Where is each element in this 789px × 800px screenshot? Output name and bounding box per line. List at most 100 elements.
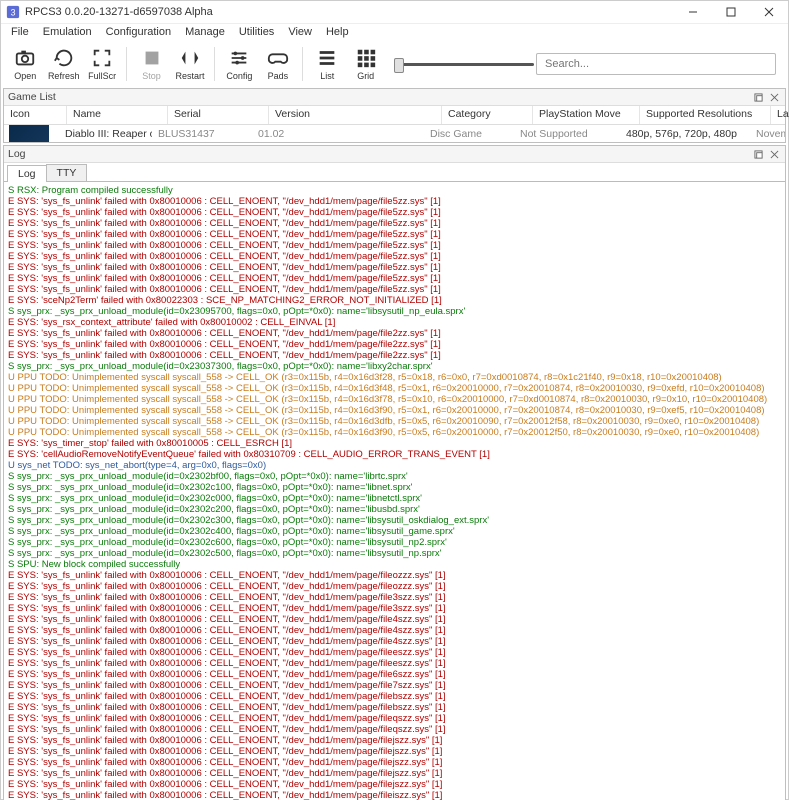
game-serial: BLUS31437: [152, 126, 252, 142]
menu-view[interactable]: View: [282, 24, 318, 40]
log-line: E SYS: 'sys_fs_unlink' failed with 0x800…: [8, 658, 781, 669]
titlebar: 3 RPCS3 0.0.20-13271-d6597038 Alpha: [1, 1, 788, 24]
col-res[interactable]: Supported Resolutions: [640, 106, 771, 124]
col-category[interactable]: Category: [442, 106, 533, 124]
search-container: [536, 53, 776, 75]
log-line: E SYS: 'sys_fs_unlink' failed with 0x800…: [8, 669, 781, 680]
log-line: U sys_net TODO: sys_net_abort(type=4, ar…: [8, 460, 781, 471]
log-line: E SYS: 'sys_fs_unlink' failed with 0x800…: [8, 746, 781, 757]
icon-size-slider[interactable]: [394, 63, 534, 66]
log-line: E SYS: 'sys_fs_unlink' failed with 0x800…: [8, 350, 781, 361]
panel-float-button[interactable]: [751, 147, 765, 161]
col-version[interactable]: Version: [269, 106, 442, 124]
log-output[interactable]: S RSX: Program compiled successfullyE SY…: [4, 182, 785, 800]
game-icon: [9, 125, 49, 142]
config-button[interactable]: Config: [221, 42, 257, 86]
refresh-icon: [53, 47, 75, 69]
log-line: E SYS: 'sys_fs_unlink' failed with 0x800…: [8, 273, 781, 284]
list-view-button[interactable]: List: [309, 42, 345, 86]
log-line: E SYS: 'sys_fs_unlink' failed with 0x800…: [8, 680, 781, 691]
log-line: E SYS: 'sys_fs_unlink' failed with 0x800…: [8, 218, 781, 229]
log-line: U PPU TODO: Unimplemented syscall syscal…: [8, 416, 781, 427]
panel-close-button[interactable]: [767, 90, 781, 104]
search-input[interactable]: [536, 53, 776, 75]
log-line: S sys_prx: _sys_prx_unload_module(id=0x2…: [8, 537, 781, 548]
log-line: U PPU TODO: Unimplemented syscall syscal…: [8, 427, 781, 438]
log-line: E SYS: 'sys_fs_unlink' failed with 0x800…: [8, 196, 781, 207]
log-line: E SYS: 'sys_fs_unlink' failed with 0x800…: [8, 790, 781, 800]
log-line: E SYS: 'sceNp2Term' failed with 0x800223…: [8, 295, 781, 306]
log-line: S RSX: Program compiled successfully: [8, 185, 781, 196]
log-line: E SYS: 'sys_fs_unlink' failed with 0x800…: [8, 724, 781, 735]
menu-file[interactable]: File: [5, 24, 35, 40]
restart-icon: [179, 47, 201, 69]
log-line: E SYS: 'sys_fs_unlink' failed with 0x800…: [8, 262, 781, 273]
game-psmove: Not Supported: [514, 126, 620, 142]
slider-thumb[interactable]: [394, 58, 404, 73]
log-line: S sys_prx: _sys_prx_unload_module(id=0x2…: [8, 548, 781, 559]
log-line: E SYS: 'sys_fs_unlink' failed with 0x800…: [8, 636, 781, 647]
tab-log[interactable]: Log: [7, 165, 47, 182]
log-line: E SYS: 'sys_fs_unlink' failed with 0x800…: [8, 757, 781, 768]
menu-help[interactable]: Help: [320, 24, 355, 40]
log-line: E SYS: 'sys_rsx_context_attribute' faile…: [8, 317, 781, 328]
log-line: E SYS: 'sys_fs_unlink' failed with 0x800…: [8, 713, 781, 724]
menu-emulation[interactable]: Emulation: [37, 24, 98, 40]
tab-tty[interactable]: TTY: [46, 164, 88, 181]
svg-text:3: 3: [11, 8, 16, 18]
column-headers: Icon Name Serial Version Category PlaySt…: [4, 106, 785, 125]
col-name[interactable]: Name: [67, 106, 168, 124]
open-button[interactable]: Open: [7, 42, 43, 86]
pads-button[interactable]: Pads: [260, 42, 296, 86]
log-line: S sys_prx: _sys_prx_unload_module(id=0x2…: [8, 515, 781, 526]
list-icon: [316, 47, 338, 69]
minimize-button[interactable]: [674, 1, 712, 23]
log-line: E SYS: 'sys_fs_unlink' failed with 0x800…: [8, 614, 781, 625]
log-line: S sys_prx: _sys_prx_unload_module(id=0x2…: [8, 482, 781, 493]
log-line: E SYS: 'sys_fs_unlink' failed with 0x800…: [8, 581, 781, 592]
camera-icon: [14, 47, 36, 69]
grid-view-button[interactable]: Grid: [347, 42, 383, 86]
col-serial[interactable]: Serial: [168, 106, 269, 124]
col-icon[interactable]: Icon: [4, 106, 67, 124]
log-line: E SYS: 'sys_fs_unlink' failed with 0x800…: [8, 328, 781, 339]
toolbar-separator: [126, 47, 127, 81]
log-line: E SYS: 'sys_fs_unlink' failed with 0x800…: [8, 284, 781, 295]
game-res: 480p, 576p, 720p, 480p: [620, 126, 750, 142]
panel-float-button[interactable]: [751, 90, 765, 104]
refresh-button[interactable]: Refresh: [45, 42, 81, 86]
restart-button[interactable]: Restart: [172, 42, 208, 86]
menu-configuration[interactable]: Configuration: [100, 24, 177, 40]
stop-button[interactable]: Stop: [133, 42, 169, 86]
log-tabs: Log TTY: [4, 163, 785, 182]
log-line: E SYS: 'sys_fs_unlink' failed with 0x800…: [8, 207, 781, 218]
maximize-button[interactable]: [712, 1, 750, 23]
fullscreen-button[interactable]: FullScr: [84, 42, 120, 86]
log-line: U PPU TODO: Unimplemented syscall syscal…: [8, 405, 781, 416]
menu-utilities[interactable]: Utilities: [233, 24, 280, 40]
log-line: E SYS: 'sys_timer_stop' failed with 0x80…: [8, 438, 781, 449]
log-line: E SYS: 'sys_fs_unlink' failed with 0x800…: [8, 702, 781, 713]
close-button[interactable]: [750, 1, 788, 23]
app-icon: 3: [6, 5, 20, 19]
panel-title-gamelist: Game List: [8, 91, 56, 103]
log-line: U PPU TODO: Unimplemented syscall syscal…: [8, 372, 781, 383]
menu-manage[interactable]: Manage: [179, 24, 231, 40]
game-row[interactable]: Diablo III: Reaper of BLUS31437 01.02 Di…: [4, 125, 785, 142]
log-line: E SYS: 'sys_fs_unlink' failed with 0x800…: [8, 779, 781, 790]
col-psmove[interactable]: PlayStation Move: [533, 106, 640, 124]
panel-title-log: Log: [8, 148, 26, 160]
log-line: S sys_prx: _sys_prx_unload_module(id=0x2…: [8, 361, 781, 372]
log-line: E SYS: 'sys_fs_unlink' failed with 0x800…: [8, 768, 781, 779]
toolbar: Open Refresh FullScr Stop Restart Config…: [1, 40, 788, 88]
log-line: U PPU TODO: Unimplemented syscall syscal…: [8, 394, 781, 405]
game-version: 01.02: [252, 126, 424, 142]
log-line: U PPU TODO: Unimplemented syscall syscal…: [8, 383, 781, 394]
log-line: E SYS: 'sys_fs_unlink' failed with 0x800…: [8, 691, 781, 702]
fullscreen-icon: [91, 47, 113, 69]
grid-icon: [355, 47, 377, 69]
log-line: E SYS: 'sys_fs_unlink' failed with 0x800…: [8, 240, 781, 251]
col-lastplayed[interactable]: Last Played: [771, 106, 789, 124]
log-line: E SYS: 'sys_fs_unlink' failed with 0x800…: [8, 603, 781, 614]
panel-close-button[interactable]: [767, 147, 781, 161]
